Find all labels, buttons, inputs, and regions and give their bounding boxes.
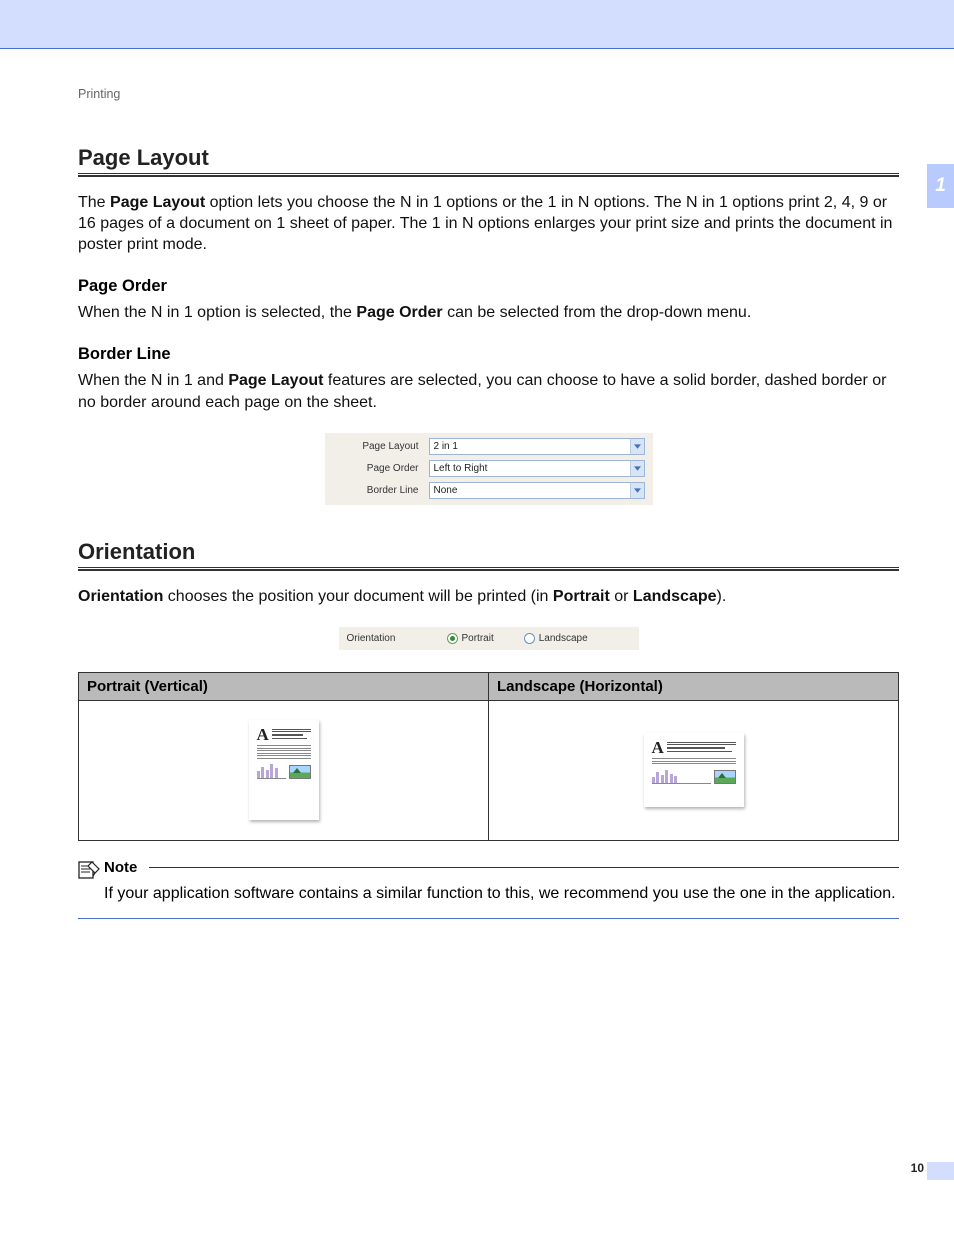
portrait-thumbnail: A <box>249 720 319 820</box>
page-layout-intro: The Page Layout option lets you choose t… <box>78 192 899 255</box>
chevron-down-icon <box>630 439 644 454</box>
orientation-radio-panel: Orientation Portrait Landscape <box>339 627 639 650</box>
driver-label: Border Line <box>333 485 429 496</box>
picture-icon <box>289 765 311 779</box>
landscape-thumbnail: A <box>644 733 744 807</box>
orientation-th-landscape: Landscape (Horizontal) <box>489 672 899 700</box>
letter-a-icon: A <box>652 741 664 755</box>
breadcrumb: Printing <box>78 87 899 101</box>
orientation-th-portrait: Portrait (Vertical) <box>79 672 489 700</box>
chevron-down-icon <box>630 483 644 498</box>
bar-chart-icon <box>257 762 286 779</box>
letter-a-icon: A <box>257 728 269 742</box>
chapter-number: 1 <box>935 175 946 197</box>
orientation-intro: Orientation chooses the position your do… <box>78 586 899 607</box>
driver-row-page-order: Page Order Left to Right <box>333 460 645 477</box>
page-number-tab <box>927 1162 954 1180</box>
border-line-text: When the N in 1 and Page Layout features… <box>78 370 899 412</box>
title-rule <box>78 567 899 571</box>
note-icon <box>78 859 98 877</box>
page-layout-select[interactable]: 2 in 1 <box>429 438 645 455</box>
note-bottom-rule <box>78 918 899 919</box>
header-banner <box>0 0 954 48</box>
driver-label: Page Order <box>333 463 429 474</box>
bar-chart-icon <box>652 767 711 784</box>
portrait-cell: A <box>79 700 489 840</box>
radio-unchecked-icon <box>524 633 535 644</box>
note-rule <box>149 867 899 868</box>
chapter-tab: 1 <box>927 164 954 208</box>
border-line-select[interactable]: None <box>429 482 645 499</box>
driver-row-page-layout: Page Layout 2 in 1 <box>333 438 645 455</box>
picture-icon <box>714 770 736 784</box>
title-rule <box>78 173 899 177</box>
page-number: 10 <box>911 1161 924 1175</box>
note-text: If your application software contains a … <box>104 883 899 904</box>
driver-label: Page Layout <box>333 441 429 452</box>
orientation-table: Portrait (Vertical) Landscape (Horizonta… <box>78 672 899 841</box>
note-label: Note <box>104 859 137 876</box>
landscape-radio[interactable]: Landscape <box>524 633 588 644</box>
radio-checked-icon <box>447 633 458 644</box>
note-block: Note If your application software contai… <box>78 859 899 919</box>
page-content: Printing Page Layout The Page Layout opt… <box>0 49 954 919</box>
driver-row-border-line: Border Line None <box>333 482 645 499</box>
page-order-text: When the N in 1 option is selected, the … <box>78 302 899 323</box>
driver-dropdown-panel: Page Layout 2 in 1 Page Order Left to Ri… <box>325 433 653 505</box>
orientation-panel-label: Orientation <box>347 633 447 644</box>
page-layout-title: Page Layout <box>78 145 899 171</box>
chevron-down-icon <box>630 461 644 476</box>
orientation-title: Orientation <box>78 539 899 565</box>
page-order-heading: Page Order <box>78 277 899 296</box>
border-line-heading: Border Line <box>78 345 899 364</box>
landscape-cell: A <box>489 700 899 840</box>
portrait-radio[interactable]: Portrait <box>447 633 494 644</box>
page-order-select[interactable]: Left to Right <box>429 460 645 477</box>
